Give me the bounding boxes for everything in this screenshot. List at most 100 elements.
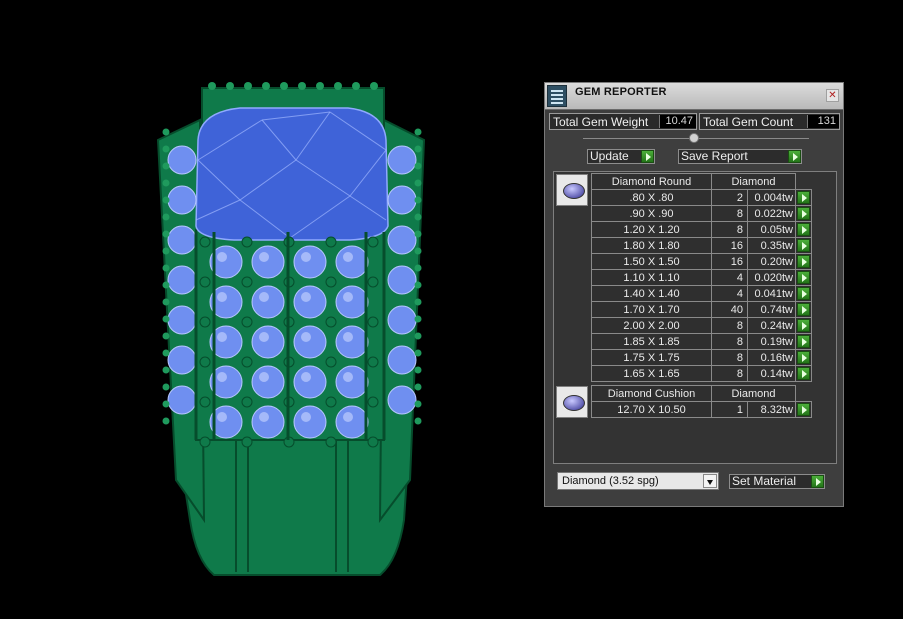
side-stone — [167, 185, 197, 215]
table-row[interactable]: .90 X .90 8 0.022tw — [591, 205, 812, 222]
edge-bead — [162, 213, 170, 221]
gem-weight-cell: 0.020tw — [747, 269, 796, 286]
play-arrow-icon — [797, 271, 810, 284]
row-select-button[interactable] — [795, 401, 812, 418]
stone-highlight — [343, 252, 353, 262]
top-bead — [370, 82, 378, 90]
row-select-button[interactable] — [795, 333, 812, 350]
prong — [367, 316, 379, 328]
stone-highlight — [217, 332, 227, 342]
play-arrow-icon — [811, 475, 824, 488]
gem-weight-cell: 0.19tw — [747, 333, 796, 350]
row-select-button[interactable] — [795, 237, 812, 254]
edge-bead — [162, 281, 170, 289]
gem-shape-header: Diamond Cushion — [591, 385, 712, 402]
row-select-button[interactable] — [795, 269, 812, 286]
top-bead — [244, 82, 252, 90]
gem-weight-cell: 0.24tw — [747, 317, 796, 334]
edge-bead — [162, 298, 170, 306]
stone-highlight — [259, 252, 269, 262]
edge-bead — [414, 281, 422, 289]
top-bead — [352, 82, 360, 90]
side-stone — [387, 305, 417, 335]
gem-weight-cell: 0.022tw — [747, 205, 796, 222]
table-row[interactable]: 1.50 X 1.50 16 0.20tw — [591, 253, 812, 270]
table-row[interactable]: 12.70 X 10.50 1 8.32tw — [591, 401, 812, 418]
chevron-down-icon[interactable] — [703, 474, 717, 488]
save-report-button-label: Save Report — [681, 149, 748, 163]
table-row[interactable]: 1.75 X 1.75 8 0.16tw — [591, 349, 812, 366]
gem-weight-cell: 0.20tw — [747, 253, 796, 270]
total-gem-count-value: 131 — [807, 115, 839, 128]
prong — [241, 276, 253, 288]
row-select-button[interactable] — [795, 285, 812, 302]
gem-count-cell: 8 — [711, 365, 748, 382]
gem-count-cell: 8 — [711, 317, 748, 334]
prong — [367, 436, 379, 448]
row-select-button[interactable] — [795, 317, 812, 334]
table-row[interactable]: 1.20 X 1.20 8 0.05tw — [591, 221, 812, 238]
edge-bead — [162, 264, 170, 272]
gem-count-cell: 16 — [711, 237, 748, 254]
title-bar[interactable]: GEM REPORTER ✕ — [545, 83, 843, 110]
close-button[interactable]: ✕ — [826, 89, 839, 102]
slider-handle[interactable] — [689, 133, 699, 143]
stone-highlight — [343, 292, 353, 302]
side-stone — [167, 345, 197, 375]
pave-stone — [293, 405, 327, 439]
gem-size-cell: 1.75 X 1.75 — [591, 349, 712, 366]
pave-stone — [251, 285, 285, 319]
pave-stone — [293, 325, 327, 359]
table-row[interactable]: 1.70 X 1.70 40 0.74tw — [591, 301, 812, 318]
top-bead — [316, 82, 324, 90]
gem-count-cell: 2 — [711, 189, 748, 206]
play-arrow-icon — [797, 207, 810, 220]
pave-stone — [293, 285, 327, 319]
table-row[interactable]: 1.85 X 1.85 8 0.19tw — [591, 333, 812, 350]
gem-count-cell: 1 — [711, 401, 748, 418]
top-bead — [262, 82, 270, 90]
update-button[interactable]: Update — [587, 149, 655, 164]
ring-3d-viewport[interactable] — [0, 0, 540, 619]
row-select-button[interactable] — [795, 205, 812, 222]
gem-count-cell: 4 — [711, 269, 748, 286]
edge-bead — [414, 162, 422, 170]
table-row[interactable]: 1.10 X 1.10 4 0.020tw — [591, 269, 812, 286]
row-select-button[interactable] — [795, 301, 812, 318]
edge-bead — [414, 400, 422, 408]
prong — [241, 396, 253, 408]
stone-highlight — [217, 252, 227, 262]
table-row[interactable]: 1.65 X 1.65 8 0.14tw — [591, 365, 812, 382]
row-select-button[interactable] — [795, 253, 812, 270]
set-material-button[interactable]: Set Material — [729, 474, 825, 489]
prong — [325, 396, 337, 408]
edge-bead — [162, 128, 170, 136]
play-arrow-icon — [641, 150, 654, 163]
row-select-button[interactable] — [795, 189, 812, 206]
row-select-button[interactable] — [795, 365, 812, 382]
prong — [199, 276, 211, 288]
edge-bead — [414, 417, 422, 425]
edge-bead — [162, 145, 170, 153]
row-select-button[interactable] — [795, 221, 812, 238]
material-dropdown[interactable]: Diamond (3.52 spg) — [557, 472, 719, 490]
gem-count-cell: 16 — [711, 253, 748, 270]
table-row[interactable]: 2.00 X 2.00 8 0.24tw — [591, 317, 812, 334]
gem-count-cell: 4 — [711, 285, 748, 302]
gem-weight-cell: 0.05tw — [747, 221, 796, 238]
save-report-button[interactable]: Save Report — [678, 149, 802, 164]
row-select-button[interactable] — [795, 349, 812, 366]
play-arrow-icon — [797, 239, 810, 252]
edge-bead — [414, 332, 422, 340]
table-row[interactable]: .80 X .80 2 0.004tw — [591, 189, 812, 206]
pave-stone — [293, 245, 327, 279]
top-bead — [208, 82, 216, 90]
stone-highlight — [301, 412, 311, 422]
table-row[interactable]: 1.40 X 1.40 4 0.041tw — [591, 285, 812, 302]
table-row[interactable]: 1.80 X 1.80 16 0.35tw — [591, 237, 812, 254]
side-stone — [167, 145, 197, 175]
stone-highlight — [301, 292, 311, 302]
play-arrow-icon — [797, 319, 810, 332]
edge-bead — [162, 417, 170, 425]
edge-bead — [414, 264, 422, 272]
